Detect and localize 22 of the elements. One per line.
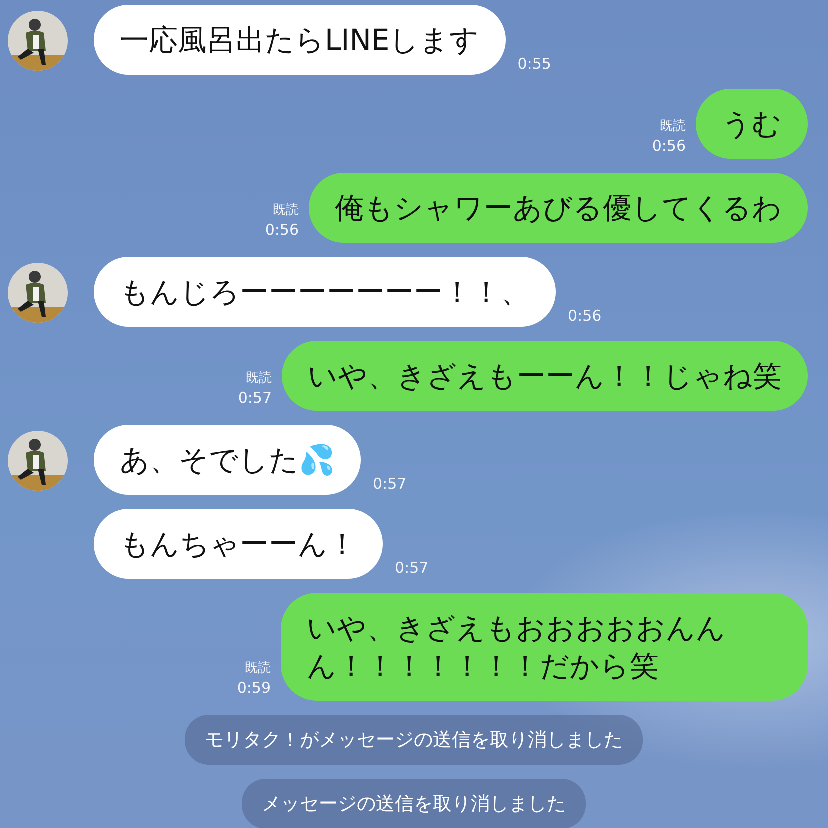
timestamp: 0:56 [265,221,299,239]
system-notice: モリタク！がメッセージの送信を取り消しました [185,715,643,765]
message-bubble: いや、きざえもーーん！！じゃね笑 [282,341,808,411]
message-bubble: 一応風呂出たらLINEします [94,5,506,75]
read-receipt: 既読 [273,202,299,219]
message-bubble: 俺もシャワーあびる優してくるわ [309,173,808,243]
message-bubble: うむ [696,89,808,159]
message-bubble: もんじろーーーーーーー！！、 [94,257,556,327]
read-receipt: 既読 [660,118,686,135]
read-receipt: 既読 [246,370,272,387]
timestamp: 0:55 [518,55,552,73]
timestamp: 0:57 [395,559,429,577]
timestamp: 0:57 [238,389,272,407]
timestamp: 0:56 [652,137,686,155]
message-bubble: あ、そでした💦 [94,425,361,495]
message-bubble: もんちゃーーん！ [94,509,383,579]
message-bubble: いや、きざえもおおおおおんんん！！！！！！！だから笑 [281,593,808,701]
system-notice: メッセージの送信を取り消しました [242,779,586,828]
timestamp: 0:57 [373,475,407,493]
read-receipt: 既読 [245,660,271,677]
timestamp: 0:56 [568,307,602,325]
timestamp: 0:59 [237,679,271,697]
